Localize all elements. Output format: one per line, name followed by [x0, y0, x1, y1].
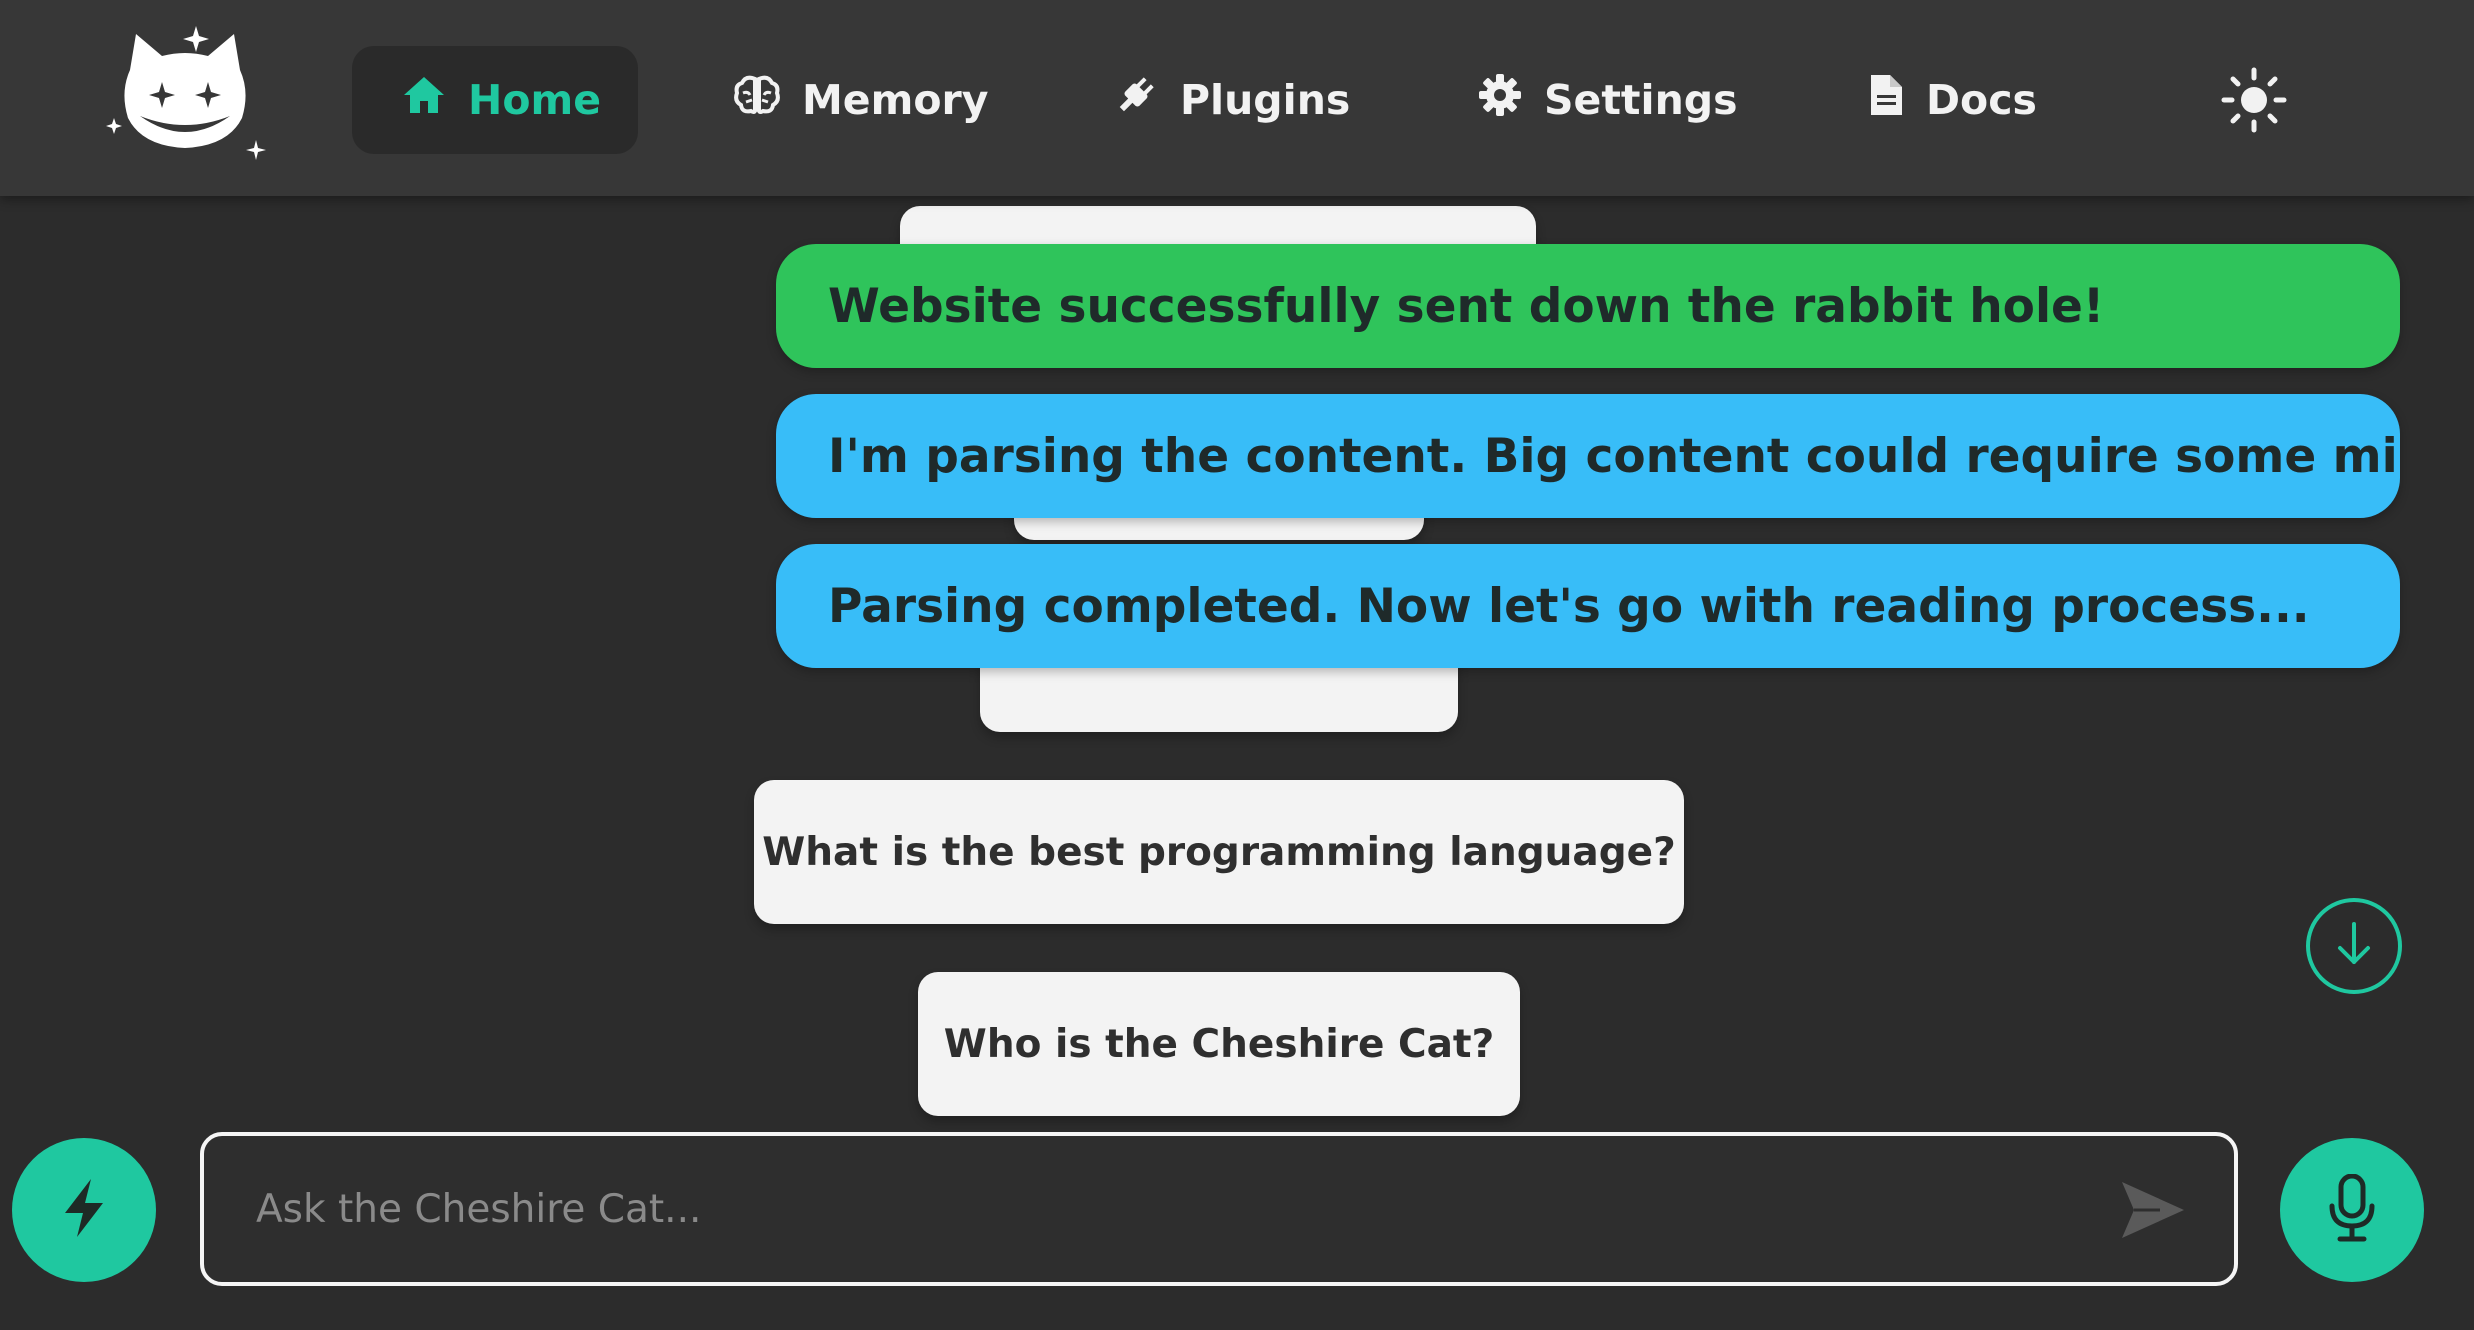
toast-info: I'm parsing the content. Big content cou… [776, 394, 2400, 518]
nav-home[interactable]: Home [352, 46, 638, 154]
chat-input[interactable] [254, 1136, 2054, 1282]
nav-memory-label: Memory [802, 76, 989, 124]
gear-icon [1478, 73, 1522, 127]
brain-icon [734, 75, 780, 125]
nav-settings[interactable]: Settings [1428, 46, 1788, 154]
document-icon [1868, 73, 1904, 127]
plug-icon [1114, 73, 1158, 127]
toast-info: Parsing completed. Now let's go with rea… [776, 544, 2400, 668]
nav-plugins-label: Plugins [1180, 76, 1351, 124]
send-icon [2120, 1182, 2186, 1244]
send-button[interactable] [2120, 1180, 2186, 1240]
scroll-down-button[interactable] [2306, 898, 2402, 994]
home-icon [402, 75, 446, 125]
quick-actions-button[interactable] [12, 1138, 156, 1282]
nav-settings-label: Settings [1544, 76, 1738, 124]
nav-home-label: Home [468, 76, 602, 124]
top-navbar: Home Memory Plugins Settings Docs [0, 0, 2474, 196]
nav-plugins[interactable]: Plugins [1064, 46, 1400, 154]
toast-success: Website successfully sent down the rabbi… [776, 244, 2400, 368]
suggestion-card[interactable]: Who is the Cheshire Cat? [918, 972, 1520, 1116]
nav-memory[interactable]: Memory [684, 46, 1038, 154]
cheshire-cat-logo-icon[interactable] [100, 22, 270, 172]
nav-docs-label: Docs [1926, 76, 2037, 124]
microphone-icon [2328, 1173, 2376, 1246]
chat-area: What is a chatbot? What is the best prog… [0, 196, 2474, 1132]
arrow-down-circle-icon [2332, 920, 2376, 972]
theme-toggle-button[interactable] [2220, 66, 2288, 134]
microphone-button[interactable] [2280, 1138, 2424, 1282]
lightning-icon [59, 1177, 109, 1243]
sun-icon [2220, 67, 2288, 138]
suggestion-card[interactable]: What is the best programming language? [754, 780, 1684, 924]
chat-input-box [200, 1132, 2238, 1286]
nav-docs[interactable]: Docs [1818, 46, 2087, 154]
